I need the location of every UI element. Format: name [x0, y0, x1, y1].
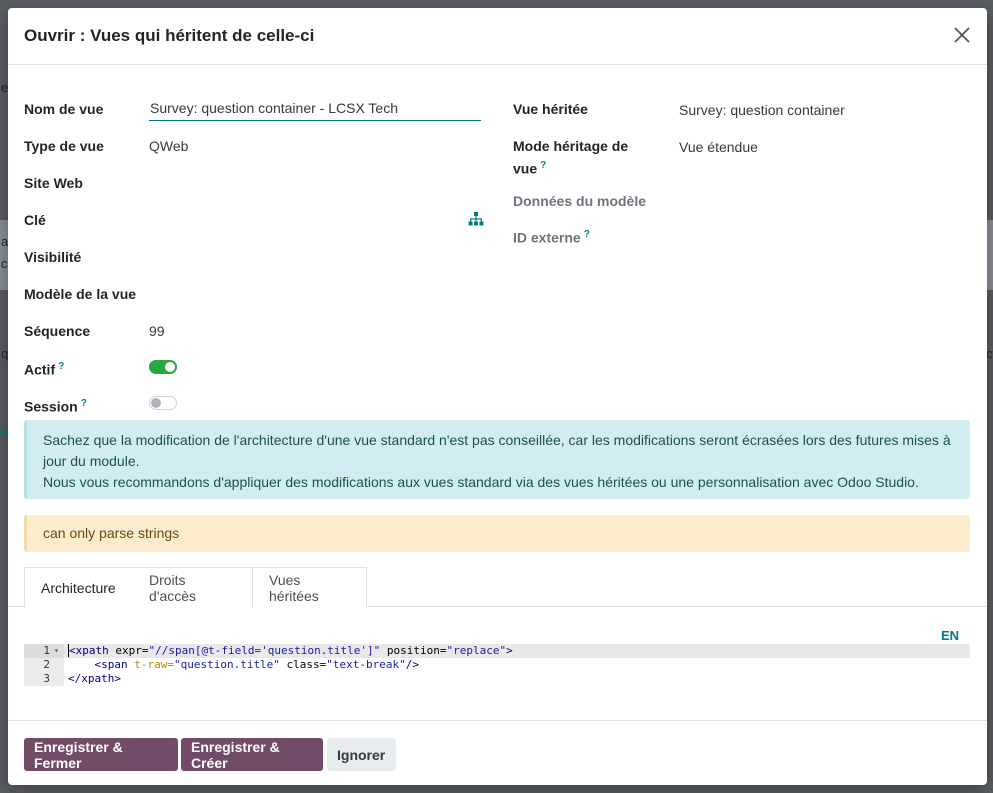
code-token: <span	[68, 658, 128, 671]
inherited-view-label: Vue héritée	[513, 101, 588, 117]
background-text: c	[1, 256, 8, 271]
toggle-knob	[165, 362, 175, 372]
info-alert-line: Sachez que la modification de l'architec…	[43, 432, 951, 448]
code-token: "//span[@t-field='question.title']"	[148, 644, 381, 657]
fold-arrow-icon[interactable]: ▾	[54, 644, 59, 658]
view-name-input[interactable]	[149, 97, 481, 121]
view-type-label: Type de vue	[24, 138, 104, 154]
view-dialog: Ouvrir : Vues qui héritent de celle-ci N…	[8, 8, 987, 785]
visibility-label: Visibilité	[24, 249, 82, 265]
language-button[interactable]: EN	[941, 628, 959, 643]
info-alert-line: Nous vous recommandons d'appliquer des m…	[43, 474, 919, 490]
website-label: Site Web	[24, 175, 83, 191]
code-token: position=	[380, 644, 447, 657]
tab-access-rights[interactable]: Droits d'accès	[133, 567, 253, 607]
toggle-knob	[151, 398, 161, 408]
help-icon[interactable]: ?	[540, 160, 546, 171]
inherit-mode-label-line2: vue	[513, 160, 538, 177]
sitemap-icon[interactable]	[468, 212, 484, 226]
save-new-button[interactable]: Enregistrer & Créer	[181, 738, 323, 771]
background-strip-left	[0, 220, 8, 290]
code-text: <xpath expr="//span[@t-field='question.t…	[68, 644, 513, 658]
active-toggle[interactable]	[149, 360, 177, 374]
model-data-label: Données du modèle	[513, 193, 647, 209]
active-label: Actif?	[24, 357, 64, 380]
sequence-value[interactable]: 99	[149, 321, 165, 341]
code-token: />	[405, 658, 420, 671]
save-close-button[interactable]: Enregistrer & Fermer	[24, 738, 178, 771]
code-token: >	[506, 644, 513, 657]
code-token: "text-break"	[326, 658, 406, 671]
session-label: Session?	[24, 394, 87, 417]
notebook-tabs: Architecture Droits d'accès Vues héritée…	[8, 567, 987, 608]
line-number: 3	[24, 672, 64, 686]
inherited-view-value[interactable]: Survey: question container	[679, 100, 845, 120]
key-label: Clé	[24, 212, 46, 228]
code-token: <	[68, 644, 76, 657]
view-name-label: Nom de vue	[24, 101, 104, 117]
external-id-label: ID externe?	[513, 225, 590, 248]
code-token: expr=	[108, 644, 149, 657]
code-token: "question.title"	[173, 658, 280, 671]
active-label-text: Actif	[24, 361, 56, 378]
line-number: 2	[24, 658, 64, 672]
code-line[interactable]: 2 <span t-raw="question.title" class="te…	[24, 658, 970, 672]
view-model-label: Modèle de la vue	[24, 286, 137, 302]
warning-alert-text: can only parse strings	[43, 525, 180, 541]
dialog-footer: Enregistrer & Fermer Enregistrer & Créer…	[8, 720, 987, 785]
dialog-header: Ouvrir : Vues qui héritent de celle-ci	[8, 8, 987, 65]
code-line[interactable]: 1 ▾ <xpath expr="//span[@t-field='question…	[24, 644, 970, 658]
background-strip-right	[987, 220, 993, 290]
code-editor[interactable]: 1 ▾ <xpath expr="//span[@t-field='question…	[24, 644, 970, 687]
code-token: xpath	[75, 644, 109, 657]
code-token: t-raw=	[127, 658, 174, 671]
session-label-text: Session	[24, 398, 78, 415]
code-text: </xpath>	[68, 672, 121, 686]
tab-inherited-views[interactable]: Vues héritées	[252, 567, 367, 607]
code-token: </xpath>	[68, 672, 121, 685]
tab-architecture[interactable]: Architecture	[24, 567, 148, 608]
help-icon[interactable]: ?	[584, 229, 590, 240]
info-alert: Sachez que la modification de l'architec…	[24, 420, 970, 499]
inherit-mode-value[interactable]: Vue étendue	[679, 137, 758, 157]
view-type-value[interactable]: QWeb	[149, 136, 188, 156]
external-id-label-text: ID externe	[513, 229, 581, 246]
close-icon[interactable]	[951, 24, 973, 46]
sequence-label: Séquence	[24, 323, 91, 339]
help-icon[interactable]: ?	[81, 398, 87, 409]
help-icon[interactable]: ?	[58, 361, 64, 372]
inherit-mode-label: Mode héritage de vue?	[513, 136, 628, 179]
code-line[interactable]: 3 </xpath>	[24, 672, 970, 686]
code-token: class=	[279, 658, 327, 671]
inherit-mode-label-line1: Mode héritage de	[513, 138, 629, 154]
warning-alert: can only parse strings	[24, 515, 970, 552]
discard-button[interactable]: Ignorer	[327, 738, 396, 771]
dialog-title: Ouvrir : Vues qui héritent de celle-ci	[24, 26, 315, 45]
session-toggle[interactable]	[149, 396, 177, 410]
background-text: ct	[986, 346, 993, 361]
info-alert-line: jour du module.	[43, 453, 140, 469]
code-text: <span t-raw="question.title" class="text…	[68, 658, 419, 672]
code-token: "replace"	[446, 644, 507, 657]
